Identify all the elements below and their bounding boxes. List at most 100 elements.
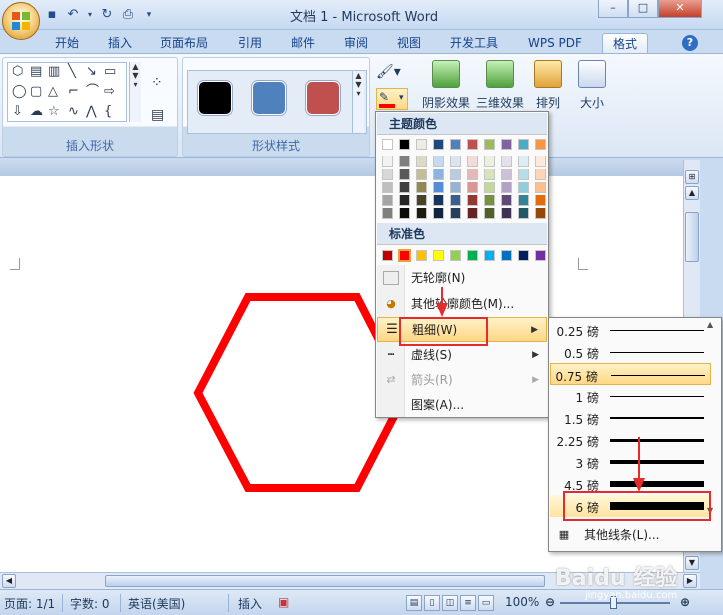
menu-no-outline[interactable]: 无轮廓(N)	[377, 266, 547, 291]
triangle-shape-icon[interactable]: △	[48, 85, 58, 99]
size-button[interactable]: 大小	[572, 60, 612, 111]
elbow-connector-icon[interactable]: ⌐	[68, 85, 79, 99]
maximize-button[interactable]: □	[628, 0, 658, 18]
vertical-scroll-thumb[interactable]	[685, 212, 699, 262]
weight-option[interactable]: 0.25 磅	[550, 319, 711, 341]
curved-connector-icon[interactable]: ⌒	[86, 85, 99, 99]
submenu-scroll-up-icon[interactable]: ▲	[707, 320, 719, 329]
scroll-down-icon[interactable]: ▼	[685, 556, 699, 570]
zoom-in-icon[interactable]: ⊕	[680, 595, 690, 609]
brace-shape-icon[interactable]: {	[104, 105, 112, 119]
menu-more-lines[interactable]: ▦ 其他线条(L)...	[550, 523, 720, 548]
menu-pattern[interactable]: 图案(A)...	[377, 393, 547, 418]
text-box-draw-icon[interactable]: ▤	[151, 108, 164, 122]
scroll-right-icon[interactable]: ▶	[683, 574, 697, 588]
ruler-toggle-icon[interactable]: ⊞	[685, 170, 699, 184]
weight-option-label: 1.5 磅	[564, 413, 599, 427]
standard-color-swatch[interactable]	[518, 250, 529, 261]
tab-insert[interactable]: 插入	[108, 33, 132, 53]
full-screen-reading-icon[interactable]: ▯	[424, 595, 440, 611]
weight-option[interactable]: 2.25 磅	[550, 429, 711, 451]
oval-shape-icon[interactable]: ◯	[12, 85, 27, 99]
office-button[interactable]	[2, 2, 40, 40]
standard-color-grid	[376, 112, 550, 272]
standard-color-swatch[interactable]	[398, 249, 411, 262]
weight-option[interactable]: 1 磅	[550, 385, 711, 407]
freeform-shape-icon[interactable]: ⋀	[86, 105, 97, 119]
block-arrow-icon[interactable]: ⇨	[104, 85, 115, 99]
edit-points-icon[interactable]: ⁘	[151, 76, 163, 90]
undo-dropdown-icon[interactable]: ▾	[86, 7, 94, 23]
down-arrow-shape-icon[interactable]: ⇩	[12, 105, 23, 119]
print-layout-icon[interactable]: ▤	[406, 595, 422, 611]
web-layout-icon[interactable]: ◫	[442, 595, 458, 611]
macro-record-icon[interactable]: ▣	[278, 595, 289, 609]
menu-dashes[interactable]: ┅ 虚线(S) ▶	[377, 343, 547, 368]
vertical-textbox-icon[interactable]: ▥	[48, 65, 60, 79]
page-count[interactable]: 页面: 1/1	[4, 595, 55, 612]
standard-color-swatch[interactable]	[416, 250, 427, 261]
weight-option[interactable]: 0.5 磅	[550, 341, 711, 363]
tab-references[interactable]: 引用	[238, 33, 262, 53]
outline-color-button[interactable]: ✎ ▾	[376, 88, 408, 110]
textbox-shape-icon[interactable]: ▤	[30, 65, 42, 79]
redo-icon[interactable]: ↻	[99, 7, 115, 23]
undo-icon[interactable]: ↶	[65, 7, 81, 23]
shadow-effect-button[interactable]: 阴影效果	[420, 60, 472, 111]
menu-more-outline-colors[interactable]: ◕ 其他轮廓颜色(M)...	[377, 292, 547, 317]
standard-color-swatch[interactable]	[382, 250, 393, 261]
print-preview-icon[interactable]: ⎙	[120, 7, 136, 23]
hexagon-shape-icon[interactable]: ⬡	[12, 65, 23, 79]
rectangle-shape-icon[interactable]: ▭	[104, 65, 116, 79]
style-swatch-blue[interactable]	[252, 81, 286, 115]
star-shape-icon[interactable]: ☆	[48, 105, 60, 119]
arrange-button[interactable]: 排列	[528, 60, 568, 111]
standard-color-swatch[interactable]	[433, 250, 444, 261]
tab-wps-pdf[interactable]: WPS PDF	[528, 33, 582, 53]
shapes-gallery[interactable]: ⬡ ▤ ▥ ╲ ↘ ▭ ◯ ▢ △ ⌐ ⌒ ⇨ ⇩ ☁ ☆ ∿ ⋀ {	[7, 62, 127, 122]
scroll-left-icon[interactable]: ◀	[2, 574, 16, 588]
weight-option[interactable]: 0.75 磅	[550, 363, 711, 385]
zoom-out-icon[interactable]: ⊖	[545, 595, 555, 609]
tab-format[interactable]: 格式	[602, 33, 649, 53]
shapes-gallery-scroll[interactable]: ▲ ▼ ▾	[129, 62, 141, 122]
outline-view-icon[interactable]: ≡	[460, 595, 476, 611]
tab-home[interactable]: 开始	[55, 33, 79, 53]
horizontal-scroll-thumb[interactable]	[105, 575, 545, 587]
weight-sample-line	[610, 460, 704, 464]
zoom-level[interactable]: 100%	[505, 595, 539, 609]
curve-shape-icon[interactable]: ∿	[68, 105, 79, 119]
tab-review[interactable]: 审阅	[344, 33, 368, 53]
styles-gallery-scroll[interactable]: ▲ ▼ ▾	[352, 71, 364, 133]
customize-qat-icon[interactable]: ▾	[141, 7, 157, 23]
standard-color-swatch[interactable]	[450, 250, 461, 261]
tab-view[interactable]: 视图	[397, 33, 421, 53]
callout-shape-icon[interactable]: ☁	[30, 105, 43, 119]
standard-color-swatch[interactable]	[467, 250, 478, 261]
word-count[interactable]: 字数: 0	[70, 595, 110, 612]
weight-option[interactable]: 1.5 磅	[550, 407, 711, 429]
minimize-button[interactable]: –	[598, 0, 628, 18]
draft-view-icon[interactable]: ▭	[478, 595, 494, 611]
tab-developer[interactable]: 开发工具	[450, 33, 498, 53]
standard-color-swatch[interactable]	[484, 250, 495, 261]
outline-color-menu: 主题颜色 标准色 无轮廓(N) ◕ 其他轮廓颜色(M)... ☰ 粗细(W) ▶…	[375, 111, 549, 418]
fill-color-icon[interactable]: 🖌▾	[376, 64, 406, 84]
line-shape-icon[interactable]: ╲	[68, 65, 76, 79]
tab-mailings[interactable]: 邮件	[291, 33, 315, 53]
standard-color-swatch[interactable]	[535, 250, 546, 261]
weight-option[interactable]: 3 磅	[550, 451, 711, 473]
insert-mode[interactable]: 插入	[238, 595, 262, 612]
rounded-rect-icon[interactable]: ▢	[30, 85, 42, 99]
language-indicator[interactable]: 英语(美国)	[128, 595, 185, 612]
standard-color-swatch[interactable]	[501, 250, 512, 261]
style-swatch-black[interactable]	[198, 81, 232, 115]
save-icon[interactable]: ▪	[44, 7, 60, 23]
arrow-line-icon[interactable]: ↘	[86, 65, 97, 79]
three-d-effect-button[interactable]: 三维效果	[474, 60, 526, 111]
tab-page-layout[interactable]: 页面布局	[160, 33, 208, 53]
style-swatch-red[interactable]	[306, 81, 340, 115]
close-button[interactable]: ✕	[658, 0, 702, 18]
help-icon[interactable]: ?	[682, 35, 698, 51]
scroll-up-icon[interactable]: ▲	[685, 186, 699, 200]
